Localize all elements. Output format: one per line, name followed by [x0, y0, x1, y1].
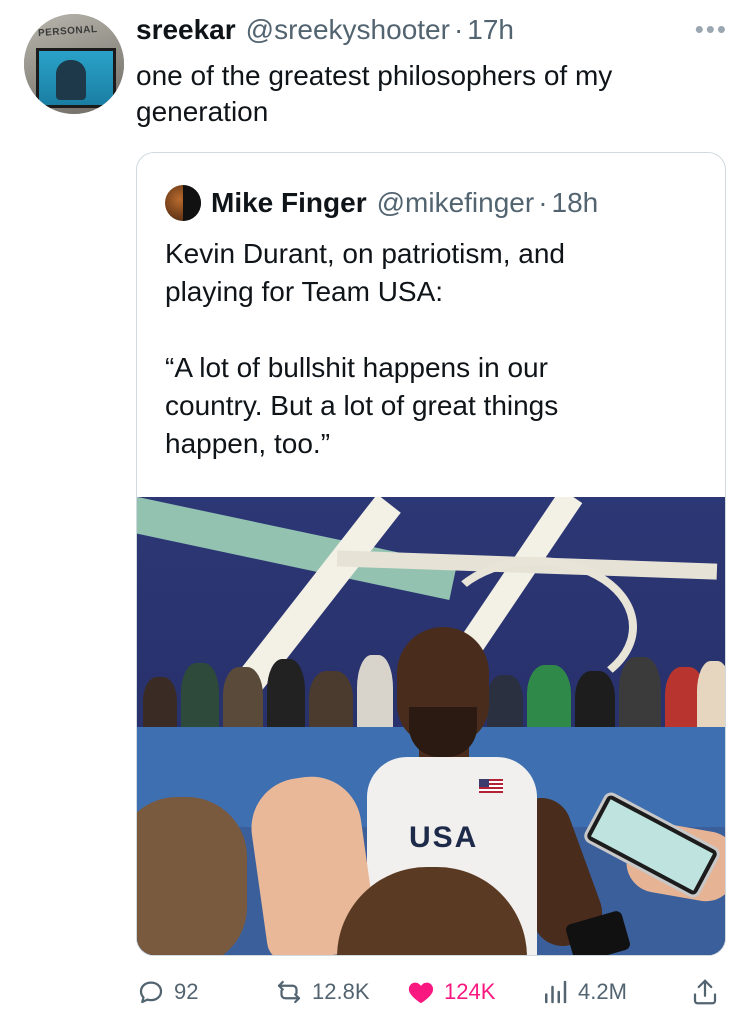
avatar-figure	[56, 60, 86, 100]
heart-icon	[408, 982, 434, 1004]
tweet-text: one of the greatest philosophers of my g…	[136, 58, 726, 130]
crowd-person	[619, 657, 661, 737]
tweet-text-line: generation	[136, 96, 269, 127]
tweet-text-line: one of the greatest philosophers of my	[136, 60, 613, 91]
quoted-photo[interactable]: USA	[137, 497, 725, 955]
quoted-text-line: “A lot of bullshit happens in our	[165, 352, 548, 383]
quoted-time: 18h	[551, 187, 599, 218]
quoted-text-spacer	[165, 311, 705, 349]
more-icon[interactable]: •••	[695, 14, 728, 45]
author-handle[interactable]: @sreekyshooter	[246, 14, 450, 46]
retweet-icon	[277, 980, 301, 1004]
views-button[interactable]: 4.2M	[540, 972, 627, 1012]
jersey-text: USA	[409, 821, 479, 854]
retweet-button[interactable]: 12.8K	[274, 972, 370, 1012]
reply-button[interactable]: 92	[136, 972, 198, 1012]
crowd-person	[267, 659, 305, 737]
tweet-time[interactable]: 17h	[467, 14, 514, 46]
flag-icon	[479, 779, 503, 793]
quoted-author-name: Mike Finger	[211, 187, 367, 218]
quoted-author-handle: @mikefinger	[376, 187, 535, 218]
crowd-person	[181, 663, 219, 737]
crowd-person	[697, 661, 725, 737]
like-button[interactable]: 124K	[406, 972, 495, 1012]
quoted-text: Kevin Durant, on patriotism, and playing…	[165, 235, 705, 463]
quoted-text-line: playing for Team USA:	[165, 276, 444, 307]
reply-count: 92	[174, 979, 199, 1004]
author-name[interactable]: sreekar	[136, 14, 236, 46]
quoted-avatar	[165, 185, 201, 221]
action-bar: 92 12.8K 124K 4.2M	[136, 972, 726, 1012]
header-separator: ·	[453, 14, 464, 45]
quoted-header: Mike Finger @mikefinger · 18h	[165, 183, 598, 223]
share-button[interactable]	[690, 972, 728, 1012]
reply-icon	[139, 981, 163, 1004]
tweet-header: sreekar @sreekyshooter · 17h	[136, 10, 514, 50]
quoted-text-line: country. But a lot of great things	[165, 390, 559, 421]
like-count: 124K	[444, 979, 496, 1004]
retweet-count: 12.8K	[312, 979, 370, 1004]
share-icon	[693, 979, 717, 1005]
quoted-text-line: Kevin Durant, on patriotism, and	[165, 238, 565, 269]
quoted-tweet[interactable]: Mike Finger @mikefinger · 18h Kevin Dura…	[136, 152, 726, 956]
photo-reporter-head	[137, 797, 247, 955]
views-icon	[545, 980, 567, 1004]
views-count: 4.2M	[578, 979, 627, 1004]
quoted-text-line: happen, too.”	[165, 428, 331, 459]
quoted-separator: ·	[538, 187, 548, 218]
avatar[interactable]: PERSONAL	[24, 14, 124, 114]
player-beard	[409, 707, 477, 757]
